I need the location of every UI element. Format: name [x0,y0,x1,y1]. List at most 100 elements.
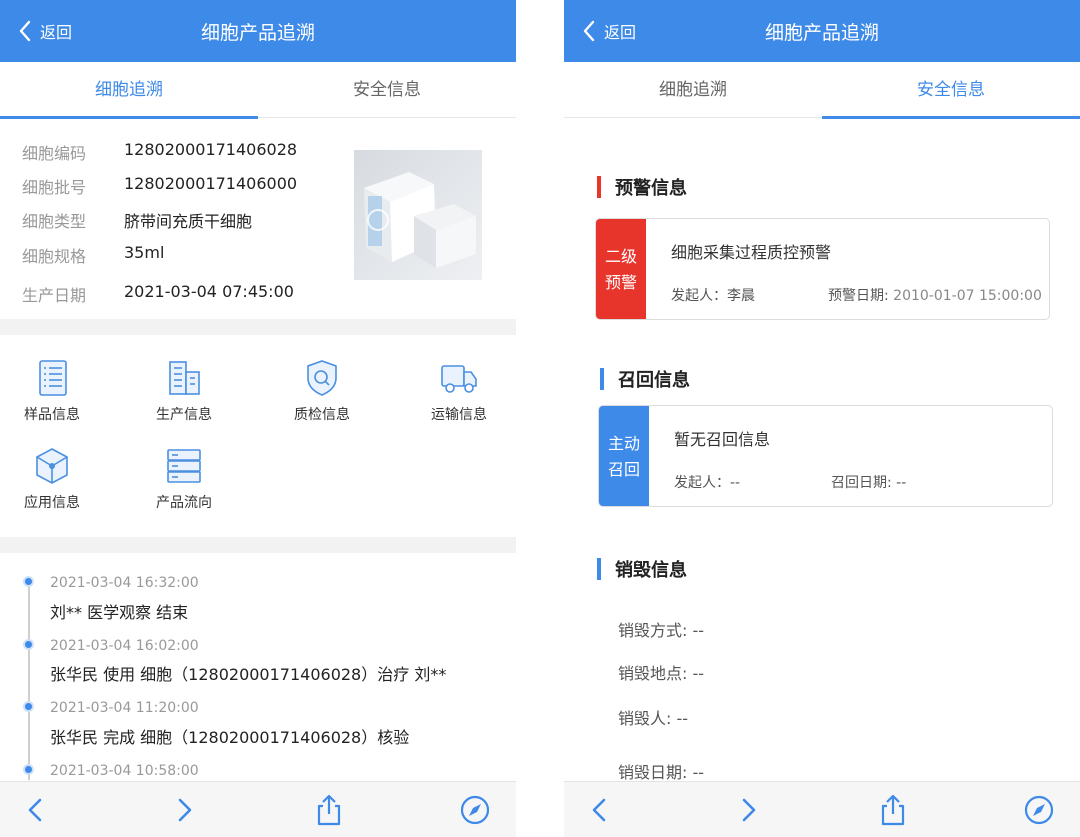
timeline-dot [23,576,34,587]
destroy-value: -- [676,709,689,728]
recall-date: 召回日期: -- [831,472,906,492]
nav-bar: 返回 细胞产品追溯 [564,0,1080,62]
application-cube-icon [36,448,68,484]
info-label: 细胞编码 [22,144,87,163]
grid-label: 生产信息 [156,407,212,423]
grid-item-production[interactable]: 生产信息 [134,358,234,424]
info-value: 2021-03-04 07:45:00 [124,282,294,301]
section-divider [0,537,516,553]
meta-value: 李晨 [727,288,755,304]
meta-label: 发起人： [671,288,727,304]
recall-title: 暂无召回信息 [674,430,771,449]
browser-toolbar [564,781,1080,837]
compass-icon[interactable] [1023,794,1055,826]
meta-value: 2010-01-07 15:00:00 [893,288,1042,304]
section-marker [597,558,601,580]
browser-back-icon[interactable] [584,794,616,826]
recall-section-title: 召回信息 [600,366,690,392]
info-value: 脐带间充质干细胞 [124,212,253,231]
recall-card[interactable]: 主动召回 暂无召回信息 发起人：-- 召回日期: -- [598,405,1053,507]
destroy-value: -- [692,664,705,683]
destroy-person: 销毁人: -- [618,705,688,729]
destroy-location: 销毁地点: -- [618,660,704,684]
info-label: 细胞批号 [22,178,87,197]
screen-gutter [516,0,564,837]
info-row-spec: 细胞规格 35ml [22,243,164,267]
info-value: 35ml [124,243,165,262]
warning-initiator: 发起人：李晨 [671,285,755,305]
timeline-text: 张华民 使用 细胞（12802000171406028）治疗 刘** [50,665,447,684]
destroy-method: 销毁方式: -- [618,617,704,641]
grid-item-application[interactable]: 应用信息 [2,446,102,512]
grid-item-quality[interactable]: 质检信息 [272,358,372,424]
info-row-batch: 细胞批号 12802000171406000 [22,174,297,198]
trace-screen: 返回 细胞产品追溯 细胞追溯 安全信息 细胞编码 128020001714060… [0,0,516,837]
info-row-code: 细胞编码 12802000171406028 [22,140,297,164]
browser-toolbar [0,781,516,837]
quality-shield-icon [307,360,337,396]
info-value: 12802000171406028 [124,140,298,159]
browser-forward-icon[interactable] [168,794,200,826]
tab-safety-info[interactable]: 安全信息 [822,62,1080,119]
tab-bar: 细胞追溯 安全信息 [564,62,1080,119]
recall-initiator: 发起人：-- [674,472,740,492]
safety-screen: 返回 细胞产品追溯 细胞追溯 安全信息 预警信息 二级预警 细胞采集过程质控预警… [564,0,1080,837]
info-label: 细胞类型 [22,212,87,231]
destroy-date: 销毁日期: -- [618,759,704,783]
destroy-section-title: 销毁信息 [597,556,687,582]
meta-label: 预警日期: [828,288,894,304]
grid-item-flow[interactable]: 产品流向 [134,446,234,512]
section-title-text: 召回信息 [618,370,690,391]
destroy-label: 销毁日期: [618,763,693,782]
info-label: 细胞规格 [22,247,87,266]
browser-back-icon[interactable] [20,794,52,826]
warning-title: 细胞采集过程质控预警 [671,243,832,262]
product-image [354,150,482,280]
timeline-dot [23,764,34,775]
warning-card[interactable]: 二级预警 细胞采集过程质控预警 发起人：李晨 预警日期: 2010-01-07 … [595,218,1050,320]
tab-bar: 细胞追溯 安全信息 [0,62,516,119]
page-title: 细胞产品追溯 [200,22,315,44]
section-divider [0,319,516,335]
timeline-time: 2021-03-04 11:20:00 [50,700,199,716]
share-icon[interactable] [877,794,909,826]
warning-date: 预警日期: 2010-01-07 15:00:00 [828,285,1042,305]
warning-section-title: 预警信息 [597,174,687,200]
section-marker [600,368,604,390]
share-icon[interactable] [313,794,345,826]
destroy-label: 销毁人: [618,709,677,728]
grid-label: 产品流向 [156,495,212,511]
compass-icon[interactable] [459,794,491,826]
meta-value: -- [730,475,741,491]
browser-forward-icon[interactable] [732,794,764,826]
timeline-text: 刘** 医学观察 结束 [50,603,189,622]
grid-label: 运输信息 [431,407,487,423]
timeline-text: 张华民 完成 细胞（12802000171406028）核验 [50,728,410,747]
info-row-type: 细胞类型 脐带间充质干细胞 [22,208,252,232]
tab-cell-trace[interactable]: 细胞追溯 [0,62,258,119]
grid-item-sample[interactable]: 样品信息 [2,358,102,424]
timeline-time: 2021-03-04 16:32:00 [50,575,199,591]
product-flow-icon [167,449,201,483]
grid-item-transport[interactable]: 运输信息 [409,358,509,424]
timeline-time: 2021-03-04 16:02:00 [50,638,199,654]
transport-truck-icon [441,365,477,393]
info-value: 12802000171406000 [124,174,298,193]
production-building-icon [169,361,200,395]
tab-safety-info[interactable]: 安全信息 [258,62,516,118]
timeline-line [28,580,30,780]
destroy-label: 销毁地点: [618,664,693,683]
warning-level-badge: 二级预警 [596,219,646,319]
section-title-text: 销毁信息 [615,560,687,581]
timeline-dot [23,639,34,650]
meta-label: 召回日期: [831,475,897,491]
destroy-value: -- [692,763,705,782]
tab-cell-trace[interactable]: 细胞追溯 [564,62,822,118]
sample-list-icon [39,360,67,396]
page-title: 细胞产品追溯 [764,22,879,44]
info-row-date: 生产日期 2021-03-04 07:45:00 [22,282,294,306]
timeline-time: 2021-03-04 10:58:00 [50,763,199,779]
destroy-label: 销毁方式: [618,621,693,640]
section-title-text: 预警信息 [615,178,687,199]
grid-label: 应用信息 [24,495,80,511]
